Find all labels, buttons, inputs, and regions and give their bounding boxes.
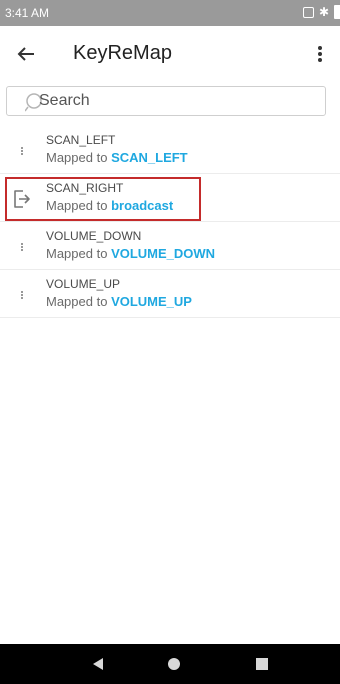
mapped-prefix: Mapped to — [46, 246, 108, 261]
mapping-text: Mapped to VOLUME_UP — [46, 294, 192, 309]
mapped-value: VOLUME_DOWN — [111, 246, 216, 261]
exit-to-app-icon — [12, 188, 32, 210]
nav-home-button[interactable] — [168, 658, 180, 670]
list-item-volume-down[interactable]: VOLUME_DOWN Mapped to VOLUME_DOWN — [0, 222, 340, 270]
drag-handle-icon — [12, 140, 32, 162]
arrow-left-icon — [17, 47, 34, 61]
drag-handle-icon — [12, 284, 32, 306]
mapped-prefix: Mapped to — [46, 150, 108, 165]
key-name: VOLUME_DOWN — [46, 229, 142, 243]
mapping-text: Mapped to SCAN_LEFT — [46, 150, 188, 165]
page-title: KeyReMap — [73, 42, 172, 64]
mapped-value: SCAN_LEFT — [111, 150, 188, 165]
screenshot-icon — [302, 6, 314, 18]
mapping-text: Mapped to broadcast — [46, 198, 173, 213]
drag-handle-icon — [12, 236, 32, 258]
status-bar: 3:41 AM ✱ — [0, 0, 340, 26]
key-list: SCAN_LEFT Mapped to SCAN_LEFT SCAN_RIGHT… — [0, 126, 340, 318]
mapped-prefix: Mapped to — [46, 294, 108, 309]
mapping-text: Mapped to VOLUME_DOWN — [46, 246, 215, 261]
search-placeholder: Search — [39, 92, 90, 109]
more-vert-icon — [318, 46, 322, 62]
back-button[interactable] — [10, 38, 42, 70]
key-name: SCAN_RIGHT — [46, 181, 124, 195]
overflow-menu-button[interactable] — [304, 38, 336, 70]
list-item-scan-right[interactable]: SCAN_RIGHT Mapped to broadcast — [0, 174, 340, 222]
mapped-value: broadcast — [111, 198, 174, 213]
mapped-prefix: Mapped to — [46, 198, 108, 213]
nav-recents-button[interactable] — [256, 658, 268, 670]
nav-back-button[interactable] — [93, 658, 103, 670]
status-icons: ✱ — [302, 5, 340, 19]
mapped-value: VOLUME_UP — [111, 294, 192, 309]
key-name: SCAN_LEFT — [46, 133, 116, 147]
key-name: VOLUME_UP — [46, 277, 121, 291]
list-item-scan-left[interactable]: SCAN_LEFT Mapped to SCAN_LEFT — [0, 126, 340, 174]
app-bar: KeyReMap — [0, 26, 340, 82]
system-nav-bar — [0, 644, 340, 684]
status-time: 3:41 AM — [5, 6, 50, 20]
list-item-volume-up[interactable]: VOLUME_UP Mapped to VOLUME_UP — [0, 270, 340, 318]
bluetooth-icon: ✱ — [318, 5, 329, 19]
search-input[interactable]: Search — [6, 86, 326, 116]
battery-icon — [334, 5, 340, 19]
